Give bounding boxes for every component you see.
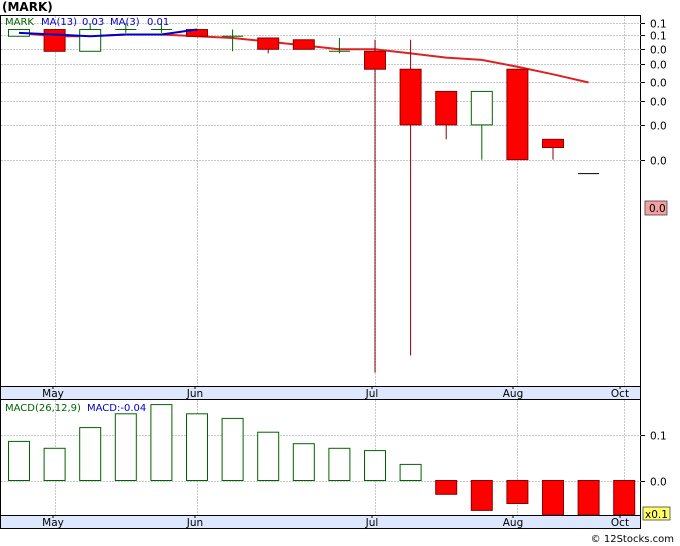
macd-tick-label: 0.0 [650, 477, 667, 489]
candle-body [257, 37, 280, 50]
price-panel [0, 15, 641, 387]
candle-body [43, 29, 66, 52]
legend-ma3-label: MA(3) [110, 17, 140, 28]
price-tick-label: 0.1 [650, 19, 667, 31]
x-tick-label: Jun [186, 517, 203, 529]
macd-bar [506, 480, 529, 504]
price-tick-label: 0.0 [650, 45, 667, 57]
macd-legend-label: MACD(26,12,9) [5, 403, 81, 414]
candle-body [364, 50, 386, 70]
legend-ma13-value: 0.03 [82, 17, 104, 28]
candle-body [292, 39, 315, 50]
macd-bar [79, 427, 102, 482]
macd-bar [257, 431, 280, 482]
macd-bar [328, 447, 351, 481]
macd-bar [399, 463, 422, 481]
macd-bar [292, 443, 315, 482]
x-tick-label: Jun [186, 388, 203, 400]
price-y-axis: 0.10.1 0.0 0.0 0.0 0.0 0.0 0.0 [641, 19, 667, 168]
x-tick-label: May [42, 388, 64, 400]
candle-body [435, 90, 458, 126]
price-tick-label: 0.0 [650, 121, 667, 133]
candle-body [542, 138, 564, 149]
price-tick-label: 0.0 [650, 156, 667, 168]
macd-bar [221, 417, 244, 481]
macd-x-axis-band [0, 515, 641, 529]
price-x-axis-band [0, 386, 641, 400]
macd-bar [470, 480, 493, 511]
candle-body [79, 29, 102, 52]
x-tick-label: Jul [365, 517, 379, 529]
legend-ma3-value: 0.01 [147, 17, 169, 28]
macd-bar [364, 450, 386, 482]
macd-bar [186, 413, 208, 481]
price-tick-label: 0.0 [650, 78, 667, 90]
credit-text: © 12Stocks.com [590, 534, 674, 545]
macd-bar [577, 480, 600, 516]
macd-bar [8, 440, 30, 481]
legend-ma13-label: MA(13) [41, 17, 77, 28]
candle-body [506, 68, 529, 161]
macd-multiplier-label: x0.1 [645, 509, 668, 521]
x-tick-label: May [42, 517, 64, 529]
macd-bar [43, 447, 66, 481]
x-tick-label: Oct [611, 517, 629, 529]
macd-legend-value: MACD:-0.04 [87, 403, 146, 414]
x-tick-label: Jul [365, 388, 379, 400]
price-tick-label: 0.1 [650, 31, 667, 43]
last-price-label: 0.0 [649, 203, 666, 215]
candle-body [399, 68, 422, 126]
macd-y-axis: 0.1 0.0 [641, 431, 667, 489]
x-tick-label: Aug [503, 517, 524, 529]
macd-bar [542, 480, 564, 516]
macd-bar [613, 480, 636, 516]
price-tick-label: 0.0 [650, 97, 667, 109]
macd-bar [114, 413, 137, 481]
macd-bar [435, 480, 458, 495]
stock-chart: 0.10.10.00.00.00.00.00.0 MARK MA(13) 0.0… [0, 15, 671, 529]
x-tick-label: Aug [503, 388, 524, 400]
x-tick-label: Oct [611, 388, 629, 400]
legend-ticker: MARK [5, 17, 34, 28]
price-tick-label: 0.0 [650, 60, 667, 72]
candle-body [470, 90, 493, 126]
macd-bar [150, 404, 173, 482]
macd-tick-label: 0.1 [650, 431, 667, 443]
